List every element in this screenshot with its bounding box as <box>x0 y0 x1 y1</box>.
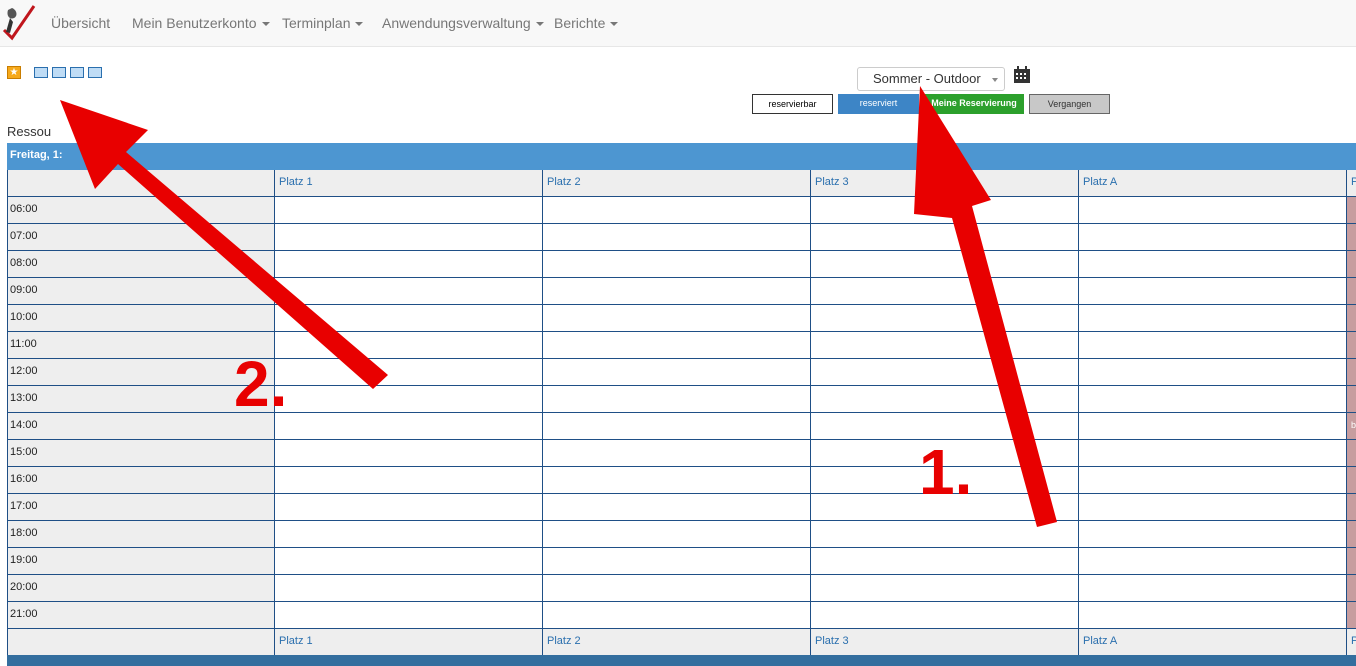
annotation-arrow-2 <box>60 100 388 389</box>
annotation-overlay <box>60 86 1057 527</box>
annotation-number-2: 2. <box>234 348 288 420</box>
annotation-number-1: 1. <box>919 436 973 508</box>
